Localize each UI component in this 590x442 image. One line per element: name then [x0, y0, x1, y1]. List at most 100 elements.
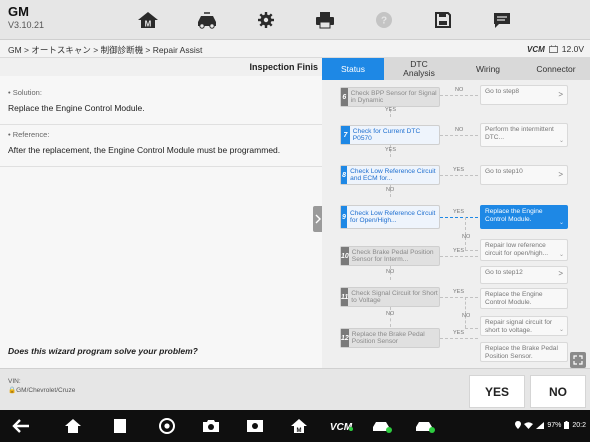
- battery-percent: 97%: [547, 421, 562, 429]
- help-button[interactable]: ?: [356, 6, 412, 34]
- print-button[interactable]: [297, 6, 353, 34]
- tab-dtc-analysis[interactable]: DTC Analysis: [384, 58, 454, 80]
- step-7[interactable]: 7 Check for Current DTC P0570: [340, 125, 440, 145]
- collapse-panel-handle[interactable]: [313, 206, 322, 232]
- save-icon: [435, 12, 451, 28]
- result-text: Go to step10: [485, 168, 523, 175]
- tab-status[interactable]: Status: [322, 58, 384, 80]
- print-icon: [316, 12, 334, 29]
- no-label: NO: [386, 311, 395, 317]
- tab-wiring[interactable]: Wiring: [454, 58, 522, 80]
- result-go-to-step8[interactable]: Go to step8 >: [480, 85, 568, 105]
- message-button[interactable]: [474, 6, 530, 34]
- chrome-icon: [159, 418, 175, 434]
- tab-connector[interactable]: Connector: [522, 58, 590, 80]
- car-icon: [373, 422, 392, 433]
- camera-button[interactable]: [201, 417, 221, 435]
- footer-bar: VIN: 🔒GM/Chevrolet/Cruze YES NO: [0, 368, 590, 410]
- expand-mini-icon: ⌄: [558, 326, 564, 333]
- svg-text:VCM: VCM: [330, 422, 353, 433]
- result-replace-ecm[interactable]: Replace the Engine Control Module.: [480, 288, 568, 309]
- repair-assist-panel: Status DTC Analysis Wiring Connector YES…: [322, 58, 590, 368]
- step-number: 10: [341, 247, 349, 265]
- step-9[interactable]: 9 Check Low Reference Circuit for Open/H…: [340, 205, 440, 229]
- car-wifi-icon: [416, 422, 435, 433]
- reference-text: After the replacement, the Engine Contro…: [8, 145, 281, 155]
- breadcrumb: GM > オートスキャン > 制御診断機 > Repair Assist: [8, 45, 203, 55]
- step-11[interactable]: 11 Check Signal Circuit for Short to Vol…: [340, 287, 440, 307]
- no-button[interactable]: NO: [530, 375, 586, 408]
- connection-status: VCM 12.0V: [527, 44, 584, 54]
- chevron-right-icon: >: [558, 269, 563, 278]
- svg-text:?: ?: [381, 16, 387, 27]
- screen-record-button[interactable]: [245, 417, 265, 435]
- flow-branch: [440, 95, 478, 96]
- solution-label: • Solution:: [8, 88, 42, 97]
- vehicle-icon: [198, 12, 216, 29]
- step-number: 11: [341, 288, 349, 306]
- flow-branch: [440, 297, 478, 298]
- result-repair-low-reference[interactable]: Repair low reference circuit for open/hi…: [480, 239, 568, 261]
- vcm-icon: VCM: [330, 422, 353, 433]
- yes-label: YES: [453, 167, 465, 173]
- clock: 20:2: [572, 421, 586, 429]
- solution-section: • Solution: Replace the Engine Control M…: [8, 88, 314, 113]
- home-button[interactable]: M: [120, 6, 176, 34]
- chevron-right-icon: >: [558, 170, 563, 179]
- inspection-panel: Inspection Finis • Solution: Replace the…: [0, 58, 322, 368]
- reference-label: • Reference:: [8, 130, 50, 139]
- result-replace-bpp-sensor[interactable]: Replace the Brake Pedal Position Sensor.: [480, 342, 568, 362]
- no-label: NO: [462, 313, 471, 319]
- step-10[interactable]: 10 Check Brake Pedal Position Sensor for…: [340, 246, 440, 266]
- vehicle-quick-button[interactable]: [371, 417, 393, 435]
- camera-icon: [203, 420, 219, 432]
- battery-icon: [564, 421, 570, 429]
- no-label: NO: [455, 127, 464, 133]
- brand-block: GM V3.10.21: [8, 5, 44, 31]
- wifi-icon: [524, 421, 534, 429]
- settings-button[interactable]: [238, 6, 294, 34]
- home-icon: M: [138, 12, 158, 29]
- battery-voltage: 12.0V: [561, 44, 584, 54]
- result-go-to-step10[interactable]: Go to step10 >: [480, 165, 568, 185]
- inspection-title: Inspection Finis: [249, 62, 318, 72]
- vehicle-swap-button[interactable]: [179, 6, 235, 34]
- status-tray: 97% 20:2: [515, 421, 586, 429]
- yes-button[interactable]: YES: [469, 375, 525, 408]
- browser-button[interactable]: [157, 417, 177, 435]
- message-icon: [494, 13, 510, 28]
- save-button[interactable]: [415, 6, 471, 34]
- flow-branch: [440, 135, 478, 136]
- fullscreen-button[interactable]: [570, 352, 586, 368]
- result-intermittent-dtc[interactable]: Perform the intermittent DTC... ⌄: [480, 123, 568, 147]
- flow-branch: [465, 328, 478, 329]
- chevron-right-icon: >: [558, 90, 563, 99]
- tab-bar: Status DTC Analysis Wiring Connector: [322, 58, 590, 80]
- step-text: Check for Current DTC P0570: [352, 127, 421, 143]
- diag-home-icon: M: [291, 419, 307, 434]
- yes-label: YES: [453, 330, 465, 336]
- flow-branch: [440, 217, 478, 218]
- diag-home-button[interactable]: M: [289, 417, 309, 435]
- expand-icon: [573, 355, 583, 365]
- step-text: Check Brake Pedal Position Sensor for In…: [351, 248, 434, 264]
- repair-flowchart: YES YES NO NO NO 6 Check BPP Sensor for …: [322, 80, 590, 368]
- app-version: V3.10.21: [8, 20, 45, 30]
- step-6[interactable]: 6 Check BPP Sensor for Signal in Dynamic: [340, 87, 440, 107]
- expand-mini-icon: ⌄: [558, 219, 564, 226]
- step-8[interactable]: 8 Check Low Reference Circuit and ECM fo…: [340, 165, 440, 185]
- step-12[interactable]: 12 Replace the Brake Pedal Position Sens…: [340, 328, 440, 348]
- result-go-to-step12[interactable]: Go to step12 >: [480, 266, 568, 284]
- result-replace-ecm-selected[interactable]: Replace the Engine Control Module. ⌄: [480, 205, 568, 229]
- recents-icon: [114, 419, 126, 433]
- result-repair-signal-circuit[interactable]: Repair signal circuit for short to volta…: [480, 316, 568, 336]
- yes-label: YES: [453, 248, 465, 254]
- home-nav-button[interactable]: [62, 417, 84, 435]
- recents-button[interactable]: [110, 417, 130, 435]
- result-text: Replace the Brake Pedal Position Sensor.: [485, 345, 558, 360]
- remote-expert-button[interactable]: [414, 417, 436, 435]
- result-text: Repair low reference circuit for open/hi…: [485, 242, 549, 257]
- back-button[interactable]: [10, 417, 32, 435]
- step-text: Check Signal Circuit for Short to Voltag…: [351, 289, 438, 305]
- vci-manager-button[interactable]: VCM: [328, 417, 354, 435]
